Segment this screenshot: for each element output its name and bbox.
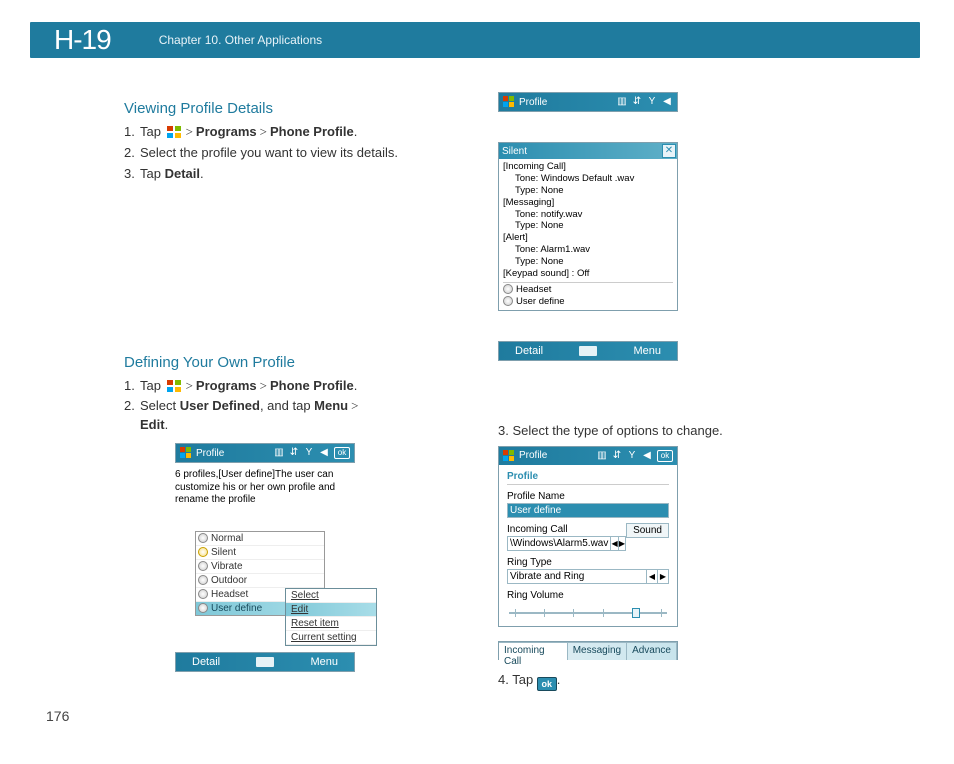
page-content: Viewing Profile Details 1.Tap >Programs>… (30, 80, 920, 740)
profile-list-description: 6 profiles,[User define]The user can cus… (175, 463, 345, 513)
wm-title: Profile (196, 448, 224, 459)
silent-detail-screenshot: Profile ▥ ⇵ Y ◀ (498, 92, 678, 112)
volume-icon: ◀ (661, 96, 673, 108)
step-a2: 2.Select the profile you want to view it… (124, 144, 462, 163)
antenna-icon: Y (646, 96, 658, 108)
ok-button[interactable]: ok (657, 450, 673, 462)
softkey-detail[interactable]: Detail (515, 345, 543, 357)
menu-item-select[interactable]: Select (286, 589, 376, 603)
wm-titlebar: Profile ▥ ⇵ Y ◀ (499, 93, 677, 111)
chevron-left-icon: ◀ (647, 570, 657, 583)
label-profile-name: Profile Name (507, 491, 669, 502)
step-b2: 2.Select User Defined, and tap Menu> Edi… (124, 397, 462, 435)
start-flag-icon[interactable] (503, 96, 515, 108)
chevron-right-icon: ▶ (618, 537, 625, 550)
silent-panel-header: Silent ✕ (499, 143, 677, 159)
connectivity-icon: ⇵ (611, 450, 623, 462)
label-ring-volume: Ring Volume (507, 590, 669, 601)
chevron-right-icon: ▶ (657, 570, 668, 583)
list-item[interactable]: Silent (196, 546, 324, 560)
gear-icon (503, 284, 513, 294)
gear-icon (198, 575, 208, 585)
section-b-heading: Defining Your Own Profile (40, 354, 462, 371)
spinner[interactable]: ◀▶ (647, 569, 669, 584)
step-b1: 1.Tap >Programs>Phone Profile. (124, 377, 462, 396)
label-incoming-call: Incoming Call Sound (507, 524, 669, 535)
close-icon[interactable]: ✕ (662, 144, 676, 158)
brand-logo: H-19 (30, 24, 159, 56)
label-ring-type: Ring Type (507, 557, 669, 568)
context-menu: Select Edit Reset item Current setting (285, 588, 377, 646)
profile-list-screenshot: Profile ▥ ⇵ Y ◀ ok (175, 443, 355, 463)
chapter-label: Chapter 10. Other Applications (159, 33, 322, 47)
section-a-heading: Viewing Profile Details (40, 100, 462, 117)
gear-icon (503, 296, 513, 306)
step-c4: 4. Tap ok. (498, 672, 910, 691)
windows-flag-icon (167, 126, 181, 138)
list-item[interactable]: Vibrate (196, 560, 324, 574)
volume-icon: ◀ (641, 450, 653, 462)
antenna-icon: Y (303, 447, 315, 459)
profile-name-input[interactable]: User define (507, 503, 669, 518)
form-heading: Profile (507, 471, 669, 485)
signal-icon: ▥ (616, 96, 628, 108)
ok-chip-icon: ok (537, 677, 557, 691)
step-c3: 3. Select the type of options to change. (498, 423, 910, 438)
softkey-menu[interactable]: Menu (633, 345, 661, 357)
step-a3: 3.Tap Detail. (124, 165, 462, 184)
list-item[interactable]: Outdoor (196, 574, 324, 588)
gear-icon (198, 603, 208, 613)
header-band: H-19 Chapter 10. Other Applications (30, 22, 920, 58)
keyboard-icon[interactable] (256, 657, 274, 667)
spinner[interactable]: ◀▶ (611, 536, 626, 551)
page-number: 176 (46, 708, 69, 724)
signal-icon: ▥ (596, 450, 608, 462)
list-item[interactable]: Normal (196, 532, 324, 546)
edit-form: Profile Profile Name User define Incomin… (499, 465, 677, 626)
section-a-steps: 1.Tap >Programs>Phone Profile. 2.Select … (40, 123, 462, 184)
step-a1: 1.Tap >Programs>Phone Profile. (124, 123, 462, 142)
incoming-call-input[interactable]: \Windows\Alarm5.wav (507, 536, 611, 551)
gear-icon (198, 533, 208, 543)
keyboard-icon[interactable] (579, 346, 597, 356)
wm-title: Profile (519, 97, 547, 108)
gear-icon (198, 547, 208, 557)
gear-icon (198, 589, 208, 599)
volume-icon: ◀ (318, 447, 330, 459)
left-column: Viewing Profile Details 1.Tap >Programs>… (40, 92, 462, 699)
profile-list-bottom-bar: Detail Menu (175, 652, 355, 672)
wm-title: Profile (519, 450, 547, 461)
softkey-menu[interactable]: Menu (310, 656, 338, 668)
silent-bottom-bar: Detail Menu (498, 341, 678, 361)
tab-incoming-call[interactable]: Incoming Call (499, 643, 568, 660)
edit-tabs: Incoming Call Messaging Advance (498, 641, 678, 660)
silent-detail-panel: Silent ✕ [Incoming Call] Tone: Windows D… (498, 142, 678, 311)
sound-button[interactable]: Sound (626, 523, 669, 538)
start-flag-icon[interactable] (503, 450, 515, 462)
silent-detail-body: [Incoming Call] Tone: Windows Default .w… (499, 159, 677, 310)
gear-icon (198, 561, 208, 571)
section-b-steps: 1.Tap >Programs>Phone Profile. 2.Select … (40, 377, 462, 436)
connectivity-icon: ⇵ (631, 96, 643, 108)
tab-messaging[interactable]: Messaging (568, 643, 627, 660)
antenna-icon: Y (626, 450, 638, 462)
menu-item-edit[interactable]: Edit (286, 603, 376, 617)
connectivity-icon: ⇵ (288, 447, 300, 459)
tab-advance[interactable]: Advance (627, 643, 677, 660)
menu-item-current[interactable]: Current setting (286, 631, 376, 645)
ring-volume-slider[interactable] (507, 604, 669, 620)
windows-flag-icon (167, 380, 181, 392)
edit-profile-screenshot: Profile ▥ ⇵ Y ◀ ok Profile Profile Name … (498, 446, 678, 627)
softkey-detail[interactable]: Detail (192, 656, 220, 668)
ok-button[interactable]: ok (334, 447, 350, 459)
wm-titlebar: Profile ▥ ⇵ Y ◀ ok (499, 447, 677, 465)
wm-titlebar: Profile ▥ ⇵ Y ◀ ok (176, 444, 354, 462)
menu-item-reset[interactable]: Reset item (286, 617, 376, 631)
right-column: Profile ▥ ⇵ Y ◀ Silent ✕ [Incoming Call]… (488, 92, 910, 699)
signal-icon: ▥ (273, 447, 285, 459)
ring-type-input[interactable]: Vibrate and Ring (507, 569, 647, 584)
start-flag-icon[interactable] (180, 447, 192, 459)
